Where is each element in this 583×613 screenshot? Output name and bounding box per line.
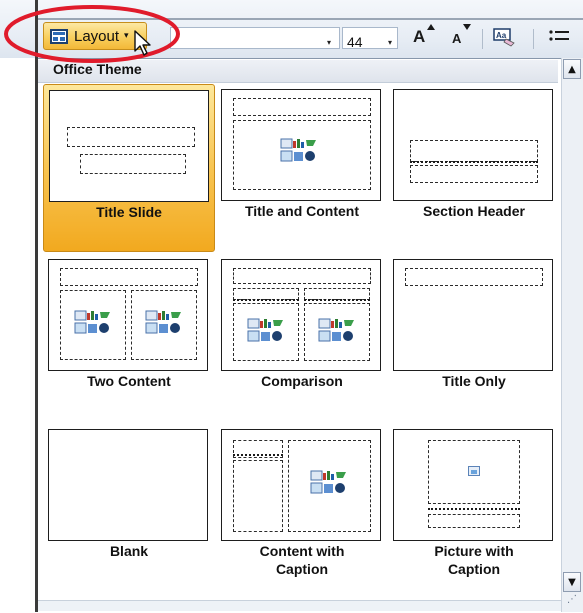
resize-grip-icon[interactable]: ⋰ [563,594,581,610]
divider-line [410,161,538,163]
content-placeholder-icon [74,310,112,336]
vertical-scrollbar[interactable] [561,58,583,612]
subtitle-placeholder [80,154,186,174]
up-arrow-icon [427,24,435,30]
scroll-down-button[interactable]: ▼ [563,572,581,592]
layout-label: Title Slide [96,204,162,220]
down-arrow-icon [463,24,471,30]
layout-thumbnail [221,89,381,201]
layout-tile-title-slide[interactable]: Title Slide [43,84,215,252]
layout-label: Picture with Caption [434,543,514,577]
scroll-up-button[interactable]: ▲ [563,59,581,79]
divider-line [428,508,520,510]
divider-line [233,299,299,301]
layout-button-label: Layout [74,27,120,45]
content-placeholder-icon [310,470,348,496]
title-placeholder [233,98,371,116]
layout-tile-section-header[interactable]: Section Header [388,84,560,234]
chevron-down-icon[interactable]: ▾ [327,38,331,47]
shrink-font-icon[interactable]: A [452,31,461,46]
content-placeholder-icon [247,318,285,344]
chevron-down-icon: ▾ [124,31,129,41]
content-placeholder-icon [145,310,183,336]
caption-placeholder [233,460,283,532]
layout-tile-picture-with-caption[interactable]: Picture with Caption [388,424,560,596]
layout-tile-content-with-caption[interactable]: Content with Caption [216,424,388,596]
title-placeholder [233,268,371,284]
layout-icon [50,28,68,44]
title-placeholder [60,268,198,286]
layout-thumbnail [49,90,209,202]
layout-label: Content with Caption [259,543,345,577]
layout-label: Blank [109,543,149,559]
font-name-dropdown[interactable] [170,27,340,49]
content-placeholder-icon [280,138,318,164]
gallery-footer [38,600,561,611]
layout-thumbnail [393,89,553,201]
layout-thumbnail [48,429,208,541]
layout-thumbnail [48,259,208,371]
layout-thumbnail [393,259,553,371]
title-placeholder [410,140,538,162]
layout-thumbnail [221,259,381,371]
ribbon-separator [482,29,483,49]
layout-thumbnail [221,429,381,541]
layout-label: Section Header [423,203,525,219]
layout-tile-title-and-content[interactable]: Title and Content [216,84,388,234]
chevron-down-icon[interactable]: ▾ [388,38,392,47]
ribbon-separator [533,29,534,49]
layout-thumbnail [393,429,553,541]
text-placeholder [410,165,538,183]
layout-button[interactable]: Layout ▾ [43,22,147,50]
picture-placeholder-icon [468,466,480,476]
svg-text:Aa: Aa [496,31,507,40]
layout-tile-comparison[interactable]: Comparison [216,254,388,404]
layout-label: Two Content [87,373,171,389]
font-size-value: 44 [347,34,363,50]
divider-line [304,299,370,301]
grow-font-icon[interactable]: A [413,27,425,47]
window-border [35,0,38,612]
layout-tile-blank[interactable]: Blank [43,424,215,596]
bullets-icon[interactable] [547,26,571,48]
clear-formatting-icon[interactable]: Aa [492,27,518,47]
layout-tile-title-only[interactable]: Title Only [388,254,560,404]
layout-label: Title and Content [244,203,360,219]
layout-tile-two-content[interactable]: Two Content [43,254,215,404]
content-placeholder-icon [318,318,356,344]
layout-label: Title Only [442,373,506,389]
divider-line [233,454,283,456]
caption-placeholder [428,514,520,528]
layout-label: Comparison [261,373,343,389]
title-placeholder [67,127,195,147]
title-placeholder [405,268,543,286]
gallery-section-title: Office Theme [53,61,142,77]
ribbon-top-border [35,18,583,20]
